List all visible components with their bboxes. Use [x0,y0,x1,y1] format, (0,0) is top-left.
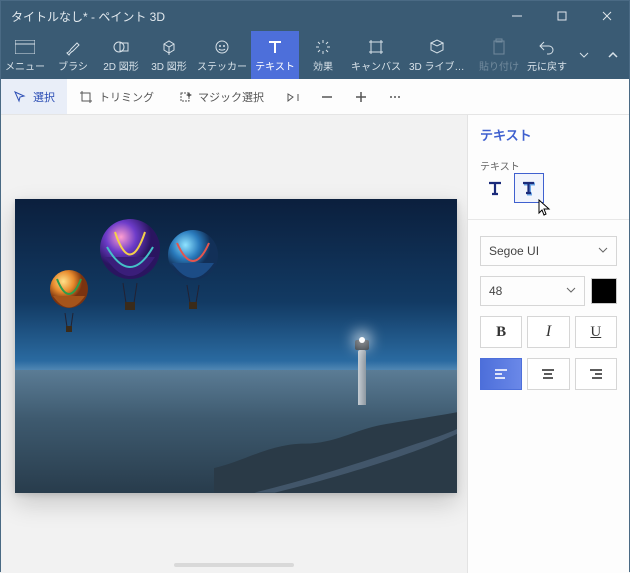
balloon-graphic [95,217,165,317]
alignment-group [480,358,617,390]
italic-button[interactable]: I [527,316,569,348]
minus-icon [320,90,334,104]
canvas-icon [367,38,385,56]
cursor-icon [13,90,27,104]
menu-label: メニュー [5,58,45,73]
canvas-label: キャンバス [351,58,401,73]
ribbon: メニュー ブラシ 2D 図形 3D 図形 ステッカー テキスト 効果 [1,31,629,79]
horizontal-scrollbar[interactable] [174,563,294,567]
undo-label: 元に戻す [527,58,567,73]
font-color-swatch[interactable] [591,278,617,304]
undo-button[interactable]: 元に戻す [523,31,571,79]
more-icon [388,90,402,104]
panel-header: テキスト [480,125,617,144]
text-type-group [480,173,617,203]
mouse-cursor-icon [538,199,552,222]
title-bar: タイトルなし* - ペイント 3D [1,1,629,31]
text-tab[interactable]: テキスト [251,31,299,79]
canvas-tab[interactable]: キャンバス [347,31,405,79]
balloon-graphic [163,229,223,317]
zoom-in-button[interactable] [344,79,378,114]
paste-label: 貼り付け [479,58,519,73]
crop-tool[interactable]: トリミング [67,79,166,114]
canvas-image[interactable] [15,199,457,493]
3d-shapes-icon [160,38,178,56]
effects-icon [314,38,332,56]
effects-tab[interactable]: 効果 [299,31,347,79]
maximize-button[interactable] [539,1,584,31]
font-family-value: Segoe UI [489,244,539,258]
canvas-viewport[interactable] [1,115,467,573]
library-icon [428,38,446,56]
chevron-down-icon [566,284,576,298]
main-area: テキスト テキスト Segoe UI [1,115,629,573]
more-options-button[interactable] [378,79,412,114]
crop-icon [79,90,93,104]
balloon-graphic [45,269,93,339]
underline-button[interactable]: U [575,316,617,348]
align-right-button[interactable] [575,358,617,390]
sticker-label: ステッカー [197,58,247,73]
font-family-select[interactable]: Segoe UI [480,236,617,266]
text-icon [266,38,284,56]
flip-icon [286,90,300,104]
menu-icon [15,38,35,56]
font-size-select[interactable]: 48 [480,276,585,306]
lighthouse-graphic [355,335,369,405]
text-label: テキスト [255,58,295,73]
3d-label: 3D 図形 [151,58,187,73]
magic-select-tool[interactable]: マジック選択 [166,79,276,114]
select-tool[interactable]: 選択 [1,79,67,114]
font-size-value: 48 [489,284,502,298]
window-title: タイトルなし* - ペイント 3D [1,8,494,25]
paste-button: 貼り付け [475,31,523,79]
zoom-out-button[interactable] [310,79,344,114]
crop-label: トリミング [99,89,154,105]
library-label: 3D ライブ… [409,58,465,73]
secondary-toolbar: 選択 トリミング マジック選択 [1,79,629,115]
magic-label: マジック選択 [198,89,264,105]
menu-button[interactable]: メニュー [1,31,49,79]
close-button[interactable] [584,1,629,31]
2d-shapes-icon [112,38,130,56]
sticker-icon [213,38,231,56]
align-center-button[interactable] [527,358,569,390]
2d-label: 2D 図形 [103,58,139,73]
text-panel: テキスト テキスト Segoe UI [467,115,629,573]
2d-text-button[interactable] [480,173,510,203]
chevron-down-icon [598,244,608,258]
3d-library-tab[interactable]: 3D ライブ… [405,31,469,79]
select-label: 選択 [33,89,55,105]
magic-select-icon [178,90,192,104]
paste-icon [490,38,508,56]
3d-shapes-tab[interactable]: 3D 図形 [145,31,193,79]
2d-shapes-tab[interactable]: 2D 図形 [97,31,145,79]
undo-icon [538,38,556,56]
brush-label: ブラシ [58,58,88,73]
rotate-flip-button[interactable] [276,79,310,114]
brush-icon [64,38,82,56]
bold-button[interactable]: B [480,316,522,348]
redo-dropdown[interactable] [571,31,597,79]
plus-icon [354,90,368,104]
brush-tab[interactable]: ブラシ [49,31,97,79]
align-left-button[interactable] [480,358,522,390]
effects-label: 効果 [313,58,333,73]
panel-sublabel: テキスト [480,158,617,173]
minimize-button[interactable] [494,1,539,31]
stickers-tab[interactable]: ステッカー [193,31,251,79]
font-style-group: B I U [480,316,617,348]
collapse-ribbon-button[interactable] [597,31,629,79]
